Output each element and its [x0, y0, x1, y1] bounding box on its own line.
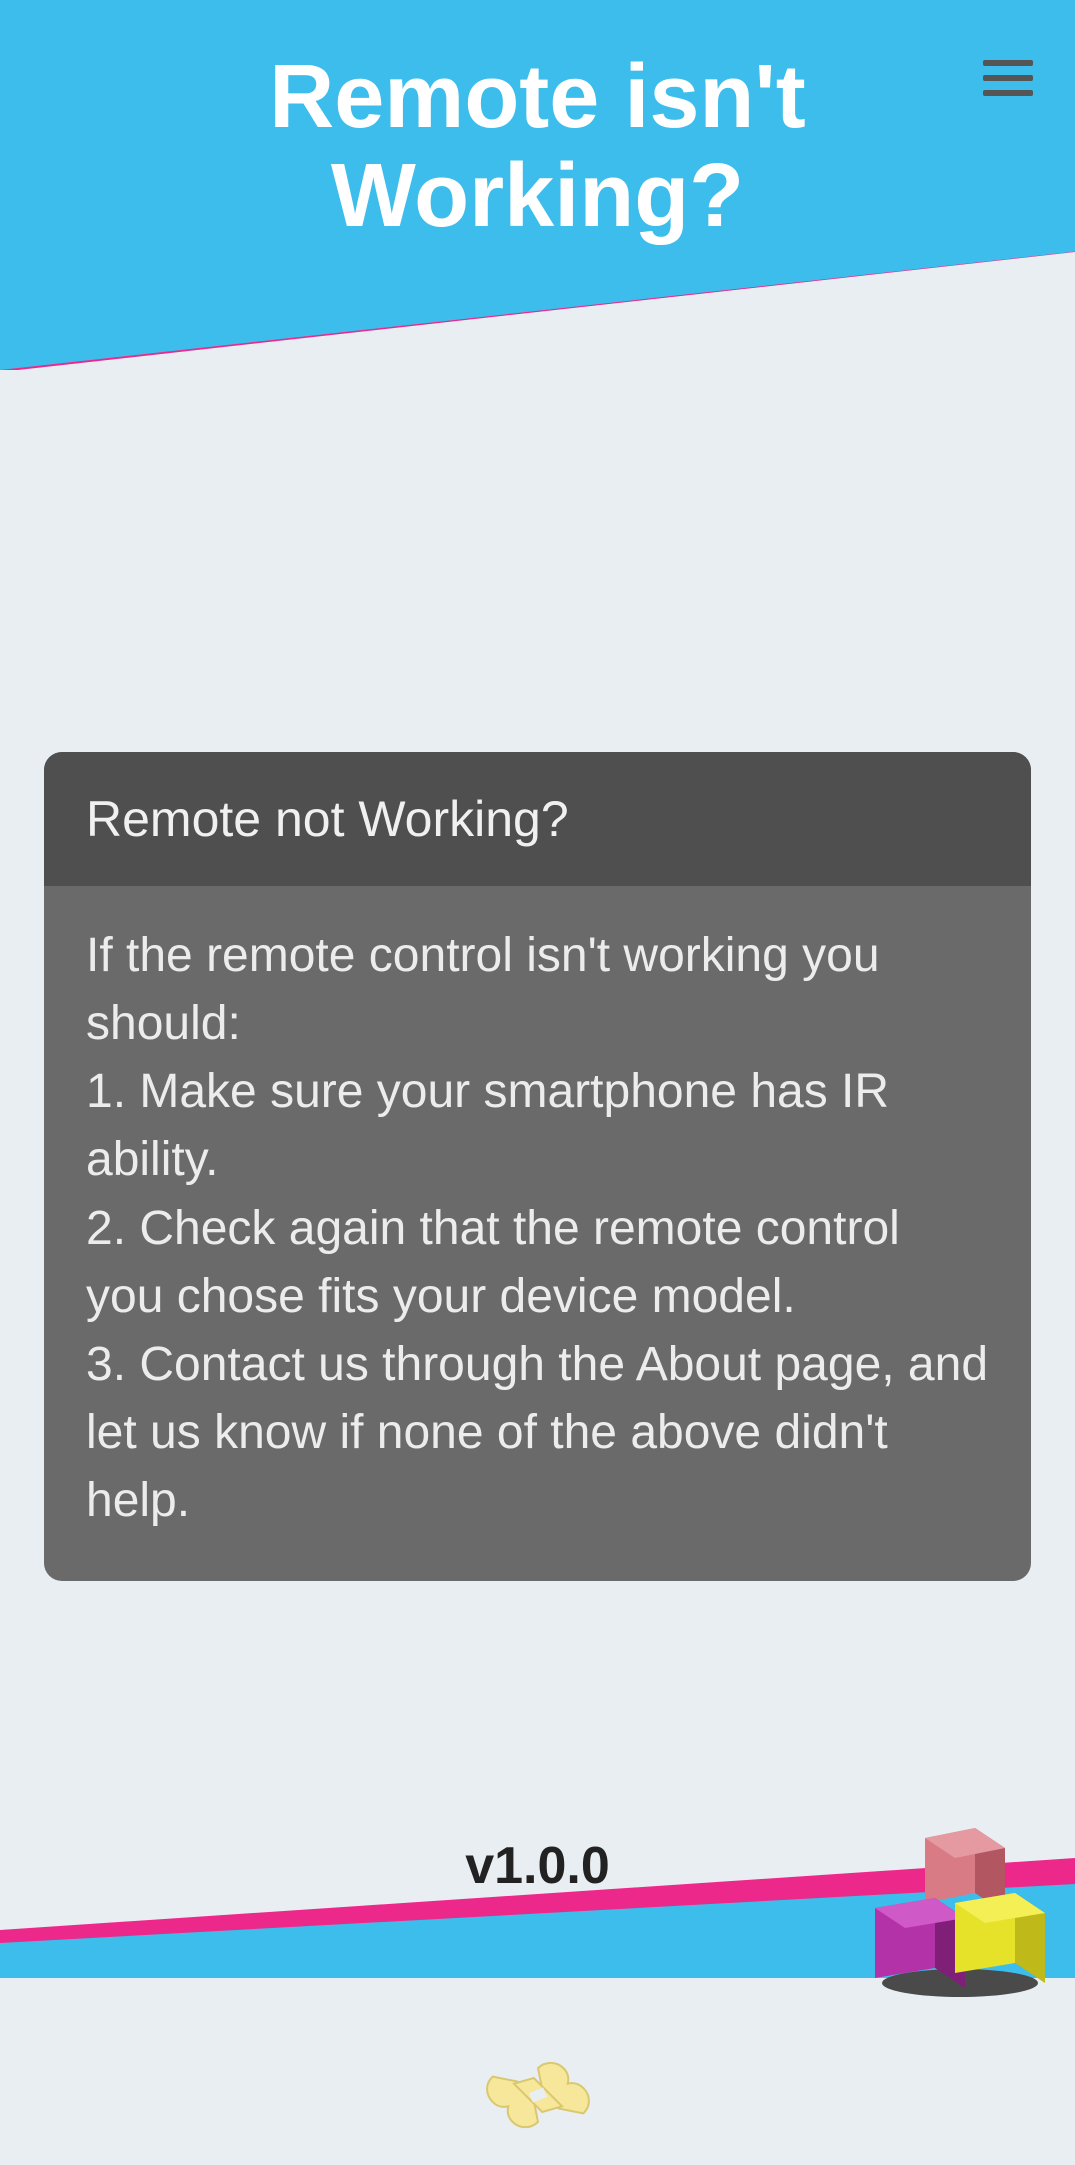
page-title: Remote isn't Working? — [0, 48, 1075, 246]
help-card: Remote not Working? If the remote contro… — [44, 752, 1031, 1581]
help-card-header: Remote not Working? — [44, 752, 1031, 886]
bone-decoration-icon — [473, 2030, 603, 2165]
menu-icon[interactable] — [983, 60, 1033, 96]
cubes-decoration-icon — [845, 1798, 1045, 1998]
help-card-body: If the remote control isn't working you … — [44, 886, 1031, 1581]
